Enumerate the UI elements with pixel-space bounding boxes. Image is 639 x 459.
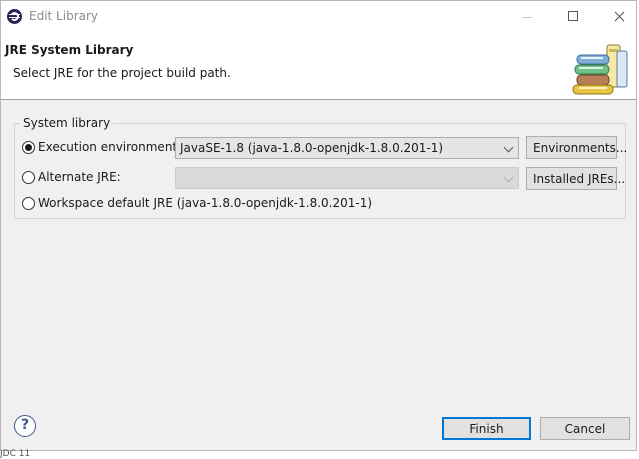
group-label: System library xyxy=(20,116,114,130)
chevron-down-icon xyxy=(503,142,514,153)
execution-environment-select[interactable]: JavaSE-1.8 (java-1.8.0-openjdk-1.8.0.201… xyxy=(175,137,519,159)
window-title: Edit Library xyxy=(29,9,99,23)
workspace-default-label: Workspace default JRE (java-1.8.0-openjd… xyxy=(38,196,373,210)
page-description: Select JRE for the project build path. xyxy=(13,66,231,80)
background-text-fragment: JDC 11 xyxy=(0,449,31,459)
cancel-button[interactable]: Cancel xyxy=(540,417,630,440)
help-icon[interactable]: ? xyxy=(14,415,36,437)
alternate-jre-label: Alternate JRE: xyxy=(38,170,121,184)
books-icon xyxy=(572,44,628,95)
execution-environment-value: JavaSE-1.8 (java-1.8.0-openjdk-1.8.0.201… xyxy=(180,141,444,155)
finish-button[interactable]: Finish xyxy=(442,417,531,440)
maximize-icon[interactable] xyxy=(550,1,596,33)
header-banner: JRE System Library Select JRE for the pr… xyxy=(1,33,636,100)
alternate-jre-radio[interactable] xyxy=(22,171,35,184)
eclipse-icon xyxy=(7,9,22,24)
edit-library-dialog: Edit Library JRE System Library Select J… xyxy=(0,0,637,451)
page-title: JRE System Library xyxy=(5,43,134,57)
close-icon[interactable] xyxy=(596,1,639,33)
execution-environment-radio[interactable] xyxy=(22,141,35,154)
execution-environment-label: Execution environment: xyxy=(38,140,182,154)
title-bar[interactable]: Edit Library xyxy=(1,1,636,33)
environments-button[interactable]: Environments... xyxy=(526,136,627,159)
minimize-icon[interactable] xyxy=(504,1,550,33)
chevron-down-icon xyxy=(503,172,514,183)
alternate-jre-select[interactable] xyxy=(175,167,519,189)
workspace-default-radio[interactable] xyxy=(22,197,35,210)
installed-jres-button[interactable]: Installed JREs... xyxy=(526,167,625,190)
